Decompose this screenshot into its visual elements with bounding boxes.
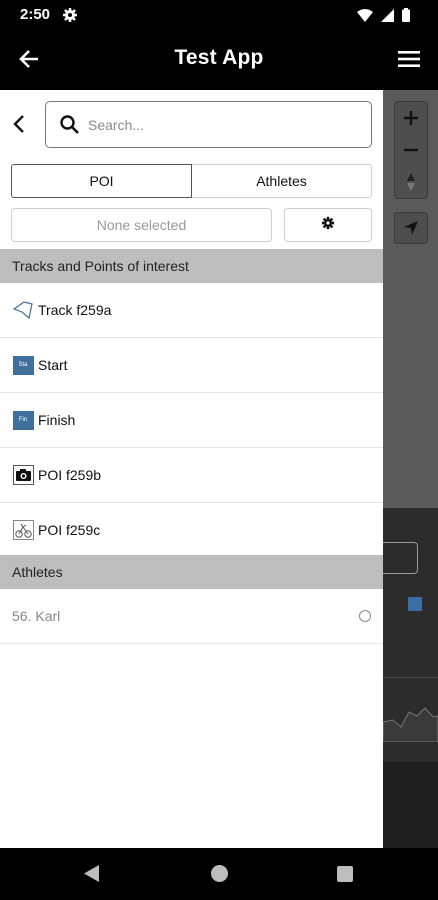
chevron-left-icon[interactable] (12, 113, 26, 140)
side-drawer: POI Athletes None selected Tracks and Po… (0, 90, 383, 848)
bicycle-icon (12, 519, 34, 541)
gear-icon (321, 216, 335, 235)
divider (383, 677, 438, 678)
athlete-radio[interactable] (359, 610, 371, 622)
status-time: 2:50 (20, 6, 51, 23)
wifi-icon (357, 8, 373, 27)
app-bar: Test App (0, 30, 438, 90)
status-bar: 2:50 (0, 0, 438, 30)
nav-back-icon[interactable] (84, 865, 99, 887)
settings-button[interactable] (284, 208, 372, 242)
map-finish-marker-icon (408, 597, 422, 611)
system-nav-bar (0, 848, 438, 900)
section-header-athletes: Athletes (0, 555, 383, 589)
finish-badge: Fin (12, 410, 34, 430)
app-title: Test App (174, 46, 264, 69)
battery-icon (402, 8, 410, 27)
list-item[interactable]: Track f259a (0, 283, 383, 338)
nav-home-icon[interactable] (211, 865, 228, 882)
section-header-tracks: Tracks and Points of interest (0, 249, 383, 283)
list-item[interactable]: POI f259c (0, 503, 383, 558)
menu-icon[interactable] (398, 51, 420, 72)
tab-bar: POI Athletes (11, 164, 372, 198)
athlete-row[interactable]: 56. Karl (0, 589, 383, 644)
list-item[interactable]: Fin Finish (0, 393, 383, 448)
settings-notification-icon (62, 7, 78, 28)
map-zoom-controls (394, 101, 428, 199)
nav-recents-icon[interactable] (337, 866, 353, 882)
search-input[interactable] (88, 114, 358, 136)
locate-me-icon[interactable] (394, 212, 428, 244)
list-item[interactable]: POI f259b (0, 448, 383, 503)
map-panel-input[interactable] (383, 542, 418, 574)
selection-dropdown[interactable]: None selected (11, 208, 272, 242)
zoom-in-icon[interactable] (395, 102, 427, 134)
tab-athletes[interactable]: Athletes (192, 164, 372, 198)
list-item-label: Finish (38, 412, 76, 428)
compass-icon[interactable] (395, 166, 427, 198)
zoom-out-icon[interactable] (395, 134, 427, 166)
list-item[interactable]: Sta Start (0, 338, 383, 393)
start-badge: Sta (12, 355, 34, 375)
search-box (45, 101, 372, 148)
start-flag-icon: Sta (12, 354, 34, 376)
map-footer (383, 762, 438, 848)
tab-poi[interactable]: POI (11, 164, 192, 198)
list-item-label: POI f259b (38, 467, 102, 483)
cell-signal-icon (381, 8, 394, 27)
map-view[interactable] (383, 90, 438, 848)
elevation-chart-icon (383, 707, 438, 742)
athlete-label: 56. Karl (12, 608, 61, 624)
track-icon (12, 299, 34, 321)
camera-icon (12, 464, 34, 486)
finish-flag-icon: Fin (12, 409, 34, 431)
list-item-label: POI f259c (38, 522, 101, 538)
search-icon (60, 115, 79, 139)
list-item-label: Start (38, 357, 68, 373)
list-item-label: Track f259a (38, 302, 112, 318)
